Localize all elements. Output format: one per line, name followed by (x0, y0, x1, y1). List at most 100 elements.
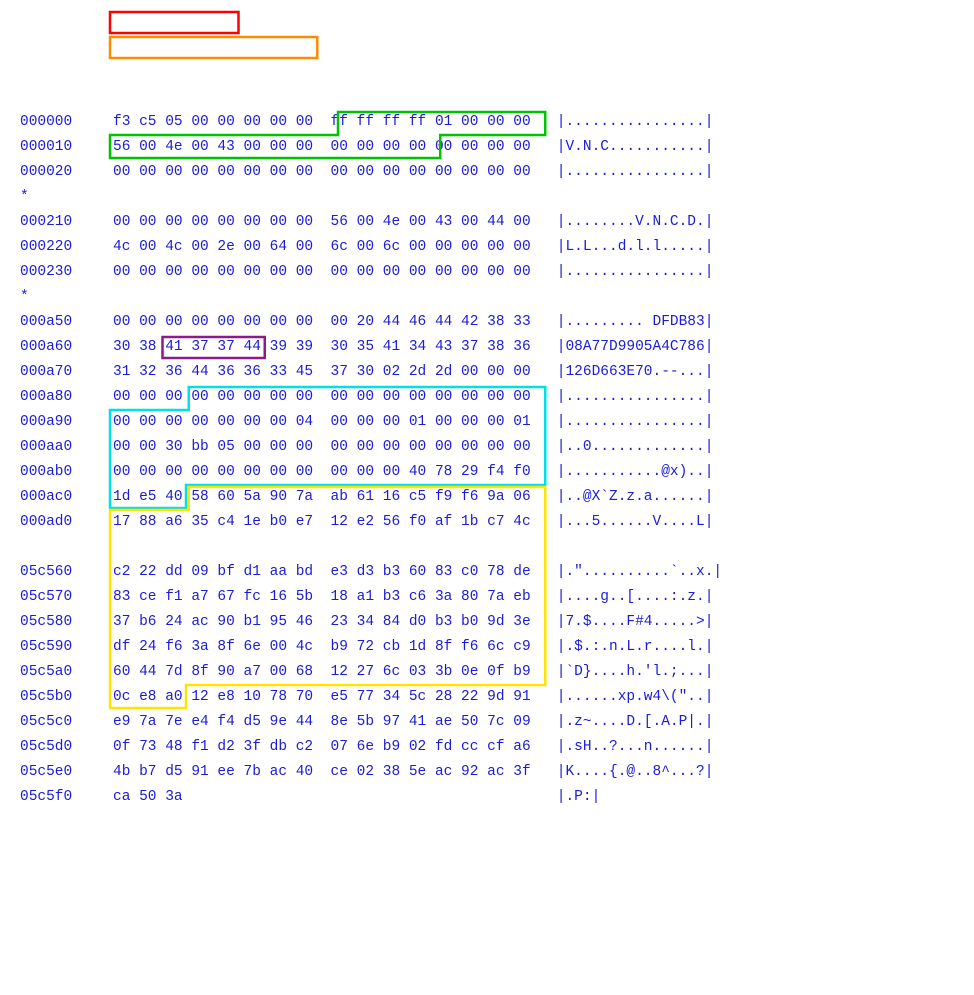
hex-bytes: 00 00 00 00 00 00 00 04 00 00 00 01 00 0… (113, 414, 557, 430)
hex-row: 05c5f0ca 50 3a |.P:| (20, 785, 954, 810)
hex-row: 05c5e04b b7 d5 91 ee 7b ac 40 ce 02 38 5… (20, 760, 954, 785)
hex-row: 05c590df 24 f6 3a 8f 6e 00 4c b9 72 cb 1… (20, 635, 954, 660)
hex-row: * (20, 285, 954, 310)
highlight-orange (110, 37, 317, 58)
hex-bytes: 00 00 00 00 00 00 00 00 00 00 00 00 00 0… (113, 264, 557, 280)
hex-row: 000a8000 00 00 00 00 00 00 00 00 00 00 0… (20, 385, 954, 410)
ascii: |.sH..?...n......| (557, 735, 714, 760)
hex-row: 05c560c2 22 dd 09 bf d1 aa bd e3 d3 b3 6… (20, 560, 954, 585)
offset: * (20, 285, 113, 310)
hex-bytes: 30 38 41 37 37 44 39 39 30 35 41 34 43 3… (113, 339, 557, 355)
ascii: |................| (557, 110, 714, 135)
offset: 05c5b0 (20, 685, 113, 710)
ascii: |...5......V....L| (557, 510, 714, 535)
hex-bytes: 00 00 30 bb 05 00 00 00 00 00 00 00 00 0… (113, 439, 557, 455)
hex-row (20, 535, 954, 560)
offset: 000a80 (20, 385, 113, 410)
hex-bytes: 37 b6 24 ac 90 b1 95 46 23 34 84 d0 b3 b… (113, 614, 557, 630)
hex-bytes: 00 00 00 00 00 00 00 00 00 00 00 00 00 0… (113, 389, 557, 405)
hex-bytes: 00 00 00 00 00 00 00 00 00 00 00 40 78 2… (113, 464, 557, 480)
hex-bytes: 00 00 00 00 00 00 00 00 00 00 00 00 00 0… (113, 164, 557, 180)
hex-bytes: 00 00 00 00 00 00 00 00 00 20 44 46 44 4… (113, 314, 557, 330)
hex-row: 05c5c0e9 7a 7e e4 f4 d5 9e 44 8e 5b 97 4… (20, 710, 954, 735)
offset: 000ab0 (20, 460, 113, 485)
hex-bytes: ca 50 3a (113, 789, 557, 805)
ascii: |................| (557, 410, 714, 435)
hex-bytes: 83 ce f1 a7 67 fc 16 5b 18 a1 b3 c6 3a 8… (113, 589, 557, 605)
hex-bytes: 1d e5 40 58 60 5a 90 7a ab 61 16 c5 f9 f… (113, 489, 557, 505)
offset: 05c570 (20, 585, 113, 610)
ascii: |....g..[....:.z.| (557, 585, 714, 610)
hex-row: 00021000 00 00 00 00 00 00 00 56 00 4e 0… (20, 210, 954, 235)
ascii: |08A77D9905A4C786| (557, 335, 714, 360)
hex-bytes (113, 189, 557, 205)
offset: 000ac0 (20, 485, 113, 510)
ascii: |..0.............| (557, 435, 714, 460)
hex-row: 0002204c 00 4c 00 2e 00 64 00 6c 00 6c 0… (20, 235, 954, 260)
offset: 000230 (20, 260, 113, 285)
offset: 000a60 (20, 335, 113, 360)
hex-bytes: 0c e8 a0 12 e8 10 78 70 e5 77 34 5c 28 2… (113, 689, 557, 705)
hex-bytes: c2 22 dd 09 bf d1 aa bd e3 d3 b3 60 83 c… (113, 564, 557, 580)
ascii: |.$.:.n.L.r....l.| (557, 635, 714, 660)
offset: 05c5e0 (20, 760, 113, 785)
hex-bytes: 60 44 7d 8f 90 a7 00 68 12 27 6c 03 3b 0… (113, 664, 557, 680)
ascii: |7.$....F#4.....>| (557, 610, 714, 635)
hex-row: 05c58037 b6 24 ac 90 b1 95 46 23 34 84 d… (20, 610, 954, 635)
hex-row: 000a9000 00 00 00 00 00 00 04 00 00 00 0… (20, 410, 954, 435)
hex-bytes (113, 289, 557, 305)
hex-bytes: f3 c5 05 00 00 00 00 00 ff ff ff ff 01 0… (113, 114, 557, 130)
hex-row: 000ab000 00 00 00 00 00 00 00 00 00 00 4… (20, 460, 954, 485)
offset: 000ad0 (20, 510, 113, 535)
hex-bytes: 0f 73 48 f1 d2 3f db c2 07 6e b9 02 fd c… (113, 739, 557, 755)
ascii: |.z~....D.[.A.P|.| (557, 710, 714, 735)
hex-bytes: df 24 f6 3a 8f 6e 00 4c b9 72 cb 1d 8f f… (113, 639, 557, 655)
ascii: |."..........`..x.| (557, 560, 722, 585)
ascii: |126D663E70.--...| (557, 360, 714, 385)
hexdump: 000000f3 c5 05 00 00 00 00 00 ff ff ff f… (20, 110, 954, 810)
hex-row: 00001056 00 4e 00 43 00 00 00 00 00 00 0… (20, 135, 954, 160)
hex-row: 000a7031 32 36 44 36 36 33 45 37 30 02 2… (20, 360, 954, 385)
offset: 000210 (20, 210, 113, 235)
ascii: |L.L...d.l.l.....| (557, 235, 714, 260)
hex-row: 000000f3 c5 05 00 00 00 00 00 ff ff ff f… (20, 110, 954, 135)
offset: 05c590 (20, 635, 113, 660)
offset: 000220 (20, 235, 113, 260)
offset: 05c5a0 (20, 660, 113, 685)
offset: 05c5d0 (20, 735, 113, 760)
hex-row: 000aa000 00 30 bb 05 00 00 00 00 00 00 0… (20, 435, 954, 460)
offset: 05c560 (20, 560, 113, 585)
ascii: |`D}....h.'l.;...| (557, 660, 714, 685)
hex-row: 05c5b00c e8 a0 12 e8 10 78 70 e5 77 34 5… (20, 685, 954, 710)
hex-bytes: 31 32 36 44 36 36 33 45 37 30 02 2d 2d 0… (113, 364, 557, 380)
offset: 000a70 (20, 360, 113, 385)
hex-row: 05c5d00f 73 48 f1 d2 3f db c2 07 6e b9 0… (20, 735, 954, 760)
hex-bytes (113, 539, 557, 555)
hex-row: 00023000 00 00 00 00 00 00 00 00 00 00 0… (20, 260, 954, 285)
offset: 05c580 (20, 610, 113, 635)
ascii: |................| (557, 160, 714, 185)
offset: 05c5f0 (20, 785, 113, 810)
hex-row: 00002000 00 00 00 00 00 00 00 00 00 00 0… (20, 160, 954, 185)
hex-row: 000a6030 38 41 37 37 44 39 39 30 35 41 3… (20, 335, 954, 360)
offset: 05c5c0 (20, 710, 113, 735)
offset: * (20, 185, 113, 210)
offset: 000010 (20, 135, 113, 160)
ascii: |V.N.C...........| (557, 135, 714, 160)
hex-row: 000ad017 88 a6 35 c4 1e b0 e7 12 e2 56 f… (20, 510, 954, 535)
hex-bytes: 00 00 00 00 00 00 00 00 56 00 4e 00 43 0… (113, 214, 557, 230)
hex-bytes: e9 7a 7e e4 f4 d5 9e 44 8e 5b 97 41 ae 5… (113, 714, 557, 730)
hex-bytes: 4b b7 d5 91 ee 7b ac 40 ce 02 38 5e ac 9… (113, 764, 557, 780)
hex-bytes: 56 00 4e 00 43 00 00 00 00 00 00 00 00 0… (113, 139, 557, 155)
ascii: |...........@x)..| (557, 460, 714, 485)
ascii: |......xp.w4\("..| (557, 685, 714, 710)
hex-row: * (20, 185, 954, 210)
hex-row: 000a5000 00 00 00 00 00 00 00 00 20 44 4… (20, 310, 954, 335)
ascii: |.P:| (557, 785, 601, 810)
offset: 000a90 (20, 410, 113, 435)
ascii: |........V.N.C.D.| (557, 210, 714, 235)
hex-row: 000ac01d e5 40 58 60 5a 90 7a ab 61 16 c… (20, 485, 954, 510)
offset: 000000 (20, 110, 113, 135)
hex-bytes: 4c 00 4c 00 2e 00 64 00 6c 00 6c 00 00 0… (113, 239, 557, 255)
offset: 000a50 (20, 310, 113, 335)
